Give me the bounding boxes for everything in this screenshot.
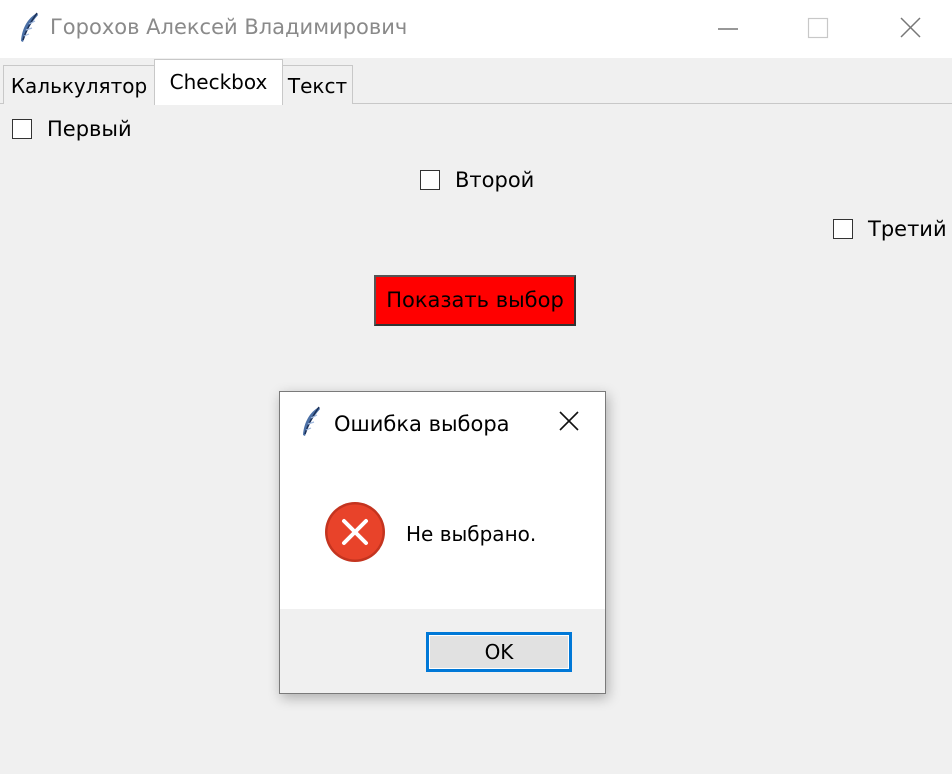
window-titlebar: Горохов Алексей Владимирович bbox=[0, 0, 952, 58]
dialog-message: Не выбрано. bbox=[406, 522, 537, 546]
error-icon bbox=[325, 502, 385, 562]
tk-feather-icon bbox=[21, 12, 38, 42]
close-icon[interactable] bbox=[556, 408, 582, 434]
checkbox-label: Третий bbox=[868, 217, 947, 241]
window-title: Горохов Алексей Владимирович bbox=[50, 15, 408, 39]
tab-checkbox[interactable]: Checkbox bbox=[154, 59, 283, 105]
tab-text[interactable]: Текст bbox=[282, 65, 353, 104]
notebook-tabs: Калькулятор Checkbox Текст bbox=[0, 58, 952, 105]
checkbox-third[interactable]: Третий bbox=[833, 217, 947, 241]
minimize-icon bbox=[718, 28, 738, 30]
maximize-icon bbox=[807, 17, 829, 39]
ok-button[interactable]: OK bbox=[426, 632, 572, 672]
show-selection-button[interactable]: Показать выбор bbox=[374, 275, 576, 326]
checkbox-box[interactable] bbox=[12, 119, 32, 139]
checkbox-label: Первый bbox=[47, 117, 132, 141]
tab-calculator[interactable]: Калькулятор bbox=[3, 65, 155, 104]
checkbox-box[interactable] bbox=[420, 170, 440, 190]
error-dialog: Ошибка выбора Не выбрано. OK bbox=[279, 391, 606, 694]
minimize-button[interactable] bbox=[681, 0, 773, 58]
close-icon bbox=[900, 17, 921, 38]
tk-feather-icon bbox=[303, 406, 320, 436]
checkbox-first[interactable]: Первый bbox=[12, 117, 132, 141]
dialog-title: Ошибка выбора bbox=[334, 412, 510, 436]
maximize-button[interactable] bbox=[772, 0, 864, 58]
close-button[interactable] bbox=[864, 0, 952, 58]
checkbox-second[interactable]: Второй bbox=[420, 168, 534, 192]
checkbox-label: Второй bbox=[455, 168, 535, 192]
checkbox-box[interactable] bbox=[833, 219, 853, 239]
